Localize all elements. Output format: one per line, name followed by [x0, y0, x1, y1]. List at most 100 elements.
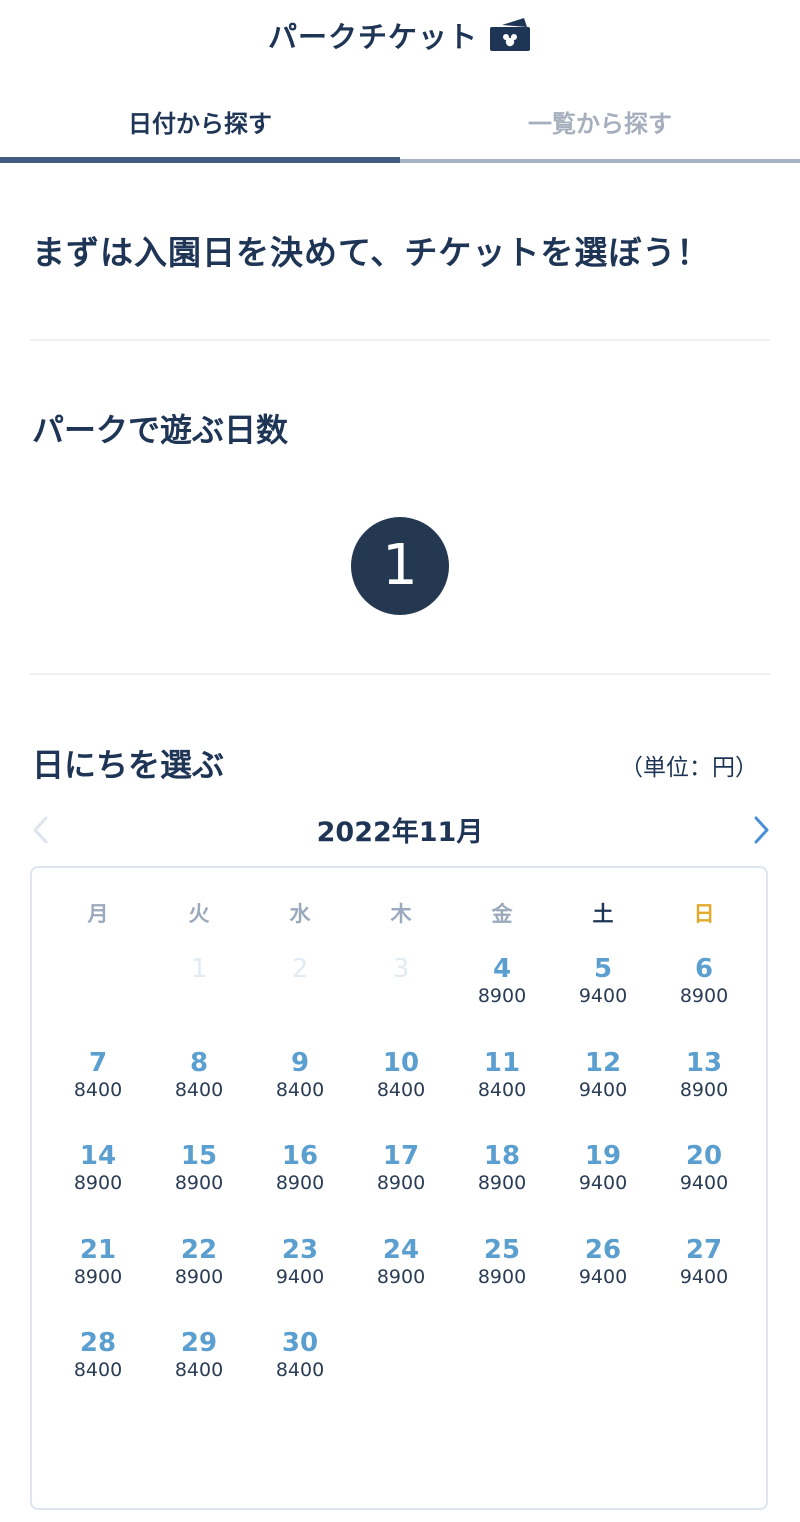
calendar-day-number: 12 — [584, 1048, 622, 1078]
calendar-day-price: 9400 — [578, 1266, 628, 1288]
calendar-day[interactable]: 14 8900 — [48, 1141, 148, 1221]
weekday-label: 水 — [289, 902, 311, 926]
calendar-day-number: 10 — [382, 1048, 420, 1078]
calendar-day[interactable]: 6 8900 — [654, 954, 754, 1034]
calendar-day[interactable]: 26 9400 — [553, 1235, 653, 1315]
calendar-day-number: 13 — [685, 1048, 723, 1078]
calendar-day[interactable]: 27 9400 — [654, 1235, 754, 1315]
calendar-day[interactable]: 28 8400 — [48, 1328, 148, 1408]
calendar-day-price: 8900 — [477, 1266, 527, 1288]
calendar-day-number: 27 — [685, 1235, 723, 1265]
divider — [30, 673, 770, 675]
month-label: 2022年11月 — [316, 817, 484, 848]
header: パークチケット — [0, 0, 800, 70]
calendar-day-number: 25 — [483, 1235, 521, 1265]
divider — [30, 339, 770, 341]
calendar-day-number: 8 — [189, 1048, 209, 1078]
unit-note: （単位：円） — [620, 755, 758, 781]
calendar-day[interactable]: 10 8400 — [351, 1048, 451, 1128]
calendar-day-number: 21 — [79, 1235, 117, 1265]
calendar-day-price: 8400 — [376, 1079, 426, 1101]
page-title-text: パークチケット — [267, 20, 478, 54]
chevron-right-icon[interactable] — [748, 812, 774, 848]
calendar-day-number: 11 — [483, 1048, 521, 1078]
day-count-badge[interactable]: 1 — [351, 517, 449, 615]
calendar-day[interactable]: 16 8900 — [250, 1141, 350, 1221]
calendar-day-number: 7 — [88, 1048, 108, 1078]
calendar-day-price: 8900 — [376, 1266, 426, 1288]
weekday-label: 金 — [491, 902, 513, 926]
calendar-day: 2 — [250, 954, 350, 1034]
calendar-day[interactable]: 20 9400 — [654, 1141, 754, 1221]
calendar-day-number: 2 — [291, 954, 309, 984]
calendar-day-number: 28 — [79, 1328, 117, 1358]
tab-indicator-active — [0, 157, 400, 163]
calendar-day-number: 6 — [694, 954, 714, 984]
calendar-day[interactable]: 18 8900 — [452, 1141, 552, 1221]
tab-by-list[interactable]: 一覧から探す — [400, 96, 800, 156]
calendar-day-number: 30 — [281, 1328, 319, 1358]
calendar-day[interactable]: 17 8900 — [351, 1141, 451, 1221]
calendar-day[interactable]: 24 8900 — [351, 1235, 451, 1315]
calendar-day[interactable]: 12 9400 — [553, 1048, 653, 1128]
calendar-day[interactable]: 7 8400 — [48, 1048, 148, 1128]
calendar-day-number: 26 — [584, 1235, 622, 1265]
calendar-day-price: 9400 — [679, 1172, 729, 1194]
calendar-grid: 月 火 水 木 金 土 日 1 2 3 4 8900 5 9400 6 8900 7 8400 8 84… — [30, 866, 768, 1510]
calendar-day[interactable]: 23 9400 — [250, 1235, 350, 1315]
calendar-day-price: 9400 — [578, 1172, 628, 1194]
calendar-day[interactable]: 13 8900 — [654, 1048, 754, 1128]
calendar-day[interactable]: 19 9400 — [553, 1141, 653, 1221]
calendar-day[interactable]: 5 9400 — [553, 954, 653, 1034]
tab-indicator-inactive — [400, 159, 800, 163]
calendar-day-number: 29 — [180, 1328, 218, 1358]
calendar-day[interactable]: 15 8900 — [149, 1141, 249, 1221]
calendar-day[interactable]: 30 8400 — [250, 1328, 350, 1408]
weekday-label: 月 — [87, 902, 109, 926]
calendar-day-price: 8400 — [275, 1079, 325, 1101]
ticket-icon — [488, 17, 532, 53]
calendar-day-price: 8900 — [477, 1172, 527, 1194]
calendar-day[interactable]: 9 8400 — [250, 1048, 350, 1128]
calendar-day-price: 8900 — [376, 1172, 426, 1194]
calendar-day-price: 8400 — [174, 1079, 224, 1101]
calendar-day-price: 8400 — [73, 1079, 123, 1101]
calendar-day-price: 9400 — [578, 1079, 628, 1101]
calendar-day-price: 8400 — [477, 1079, 527, 1101]
calendar-day: 1 — [149, 954, 249, 1034]
calendar-day-price: 9400 — [275, 1266, 325, 1288]
calendar-day[interactable]: 25 8900 — [452, 1235, 552, 1315]
calendar-day-number: 18 — [483, 1141, 521, 1171]
calendar-day: 3 — [351, 954, 451, 1034]
calendar-day-price: 8900 — [679, 985, 729, 1007]
calendar-day[interactable]: 11 8400 — [452, 1048, 552, 1128]
calendar-day-price: 8900 — [174, 1172, 224, 1194]
calendar-day[interactable]: 29 8400 — [149, 1328, 249, 1408]
calendar-day-number: 3 — [392, 954, 410, 984]
date-section-title: 日にちを選ぶ — [32, 746, 225, 784]
calendar-day-number: 20 — [685, 1141, 723, 1171]
calendar-day-price: 8900 — [73, 1172, 123, 1194]
calendar-day-price: 8400 — [174, 1359, 224, 1381]
calendar-day-number: 16 — [281, 1141, 319, 1171]
calendar-day-number: 9 — [290, 1048, 310, 1078]
calendar-day[interactable]: 8 8400 — [149, 1048, 249, 1128]
calendar-day-number: 22 — [180, 1235, 218, 1265]
calendar-day-price: 8400 — [275, 1359, 325, 1381]
calendar-day[interactable]: 4 8900 — [452, 954, 552, 1034]
calendar-day[interactable]: 21 8900 — [48, 1235, 148, 1315]
calendar-day-number: 19 — [584, 1141, 622, 1171]
days-section-title: パークで遊ぶ日数 — [32, 411, 289, 449]
calendar-day-number: 1 — [190, 954, 208, 984]
calendar-day-number: 24 — [382, 1235, 420, 1265]
calendar-day-price: 8400 — [73, 1359, 123, 1381]
calendar-day-number: 14 — [79, 1141, 117, 1171]
calendar-day-price: 8900 — [275, 1172, 325, 1194]
page-title: パークチケット — [0, 14, 800, 57]
calendar-day[interactable]: 22 8900 — [149, 1235, 249, 1315]
calendar-day-price: 9400 — [578, 985, 628, 1007]
calendar-day-price: 8900 — [679, 1079, 729, 1101]
weekday-label-saturday: 土 — [592, 902, 614, 926]
tab-by-date[interactable]: 日付から探す — [0, 96, 400, 156]
calendar-day-number: 15 — [180, 1141, 218, 1171]
